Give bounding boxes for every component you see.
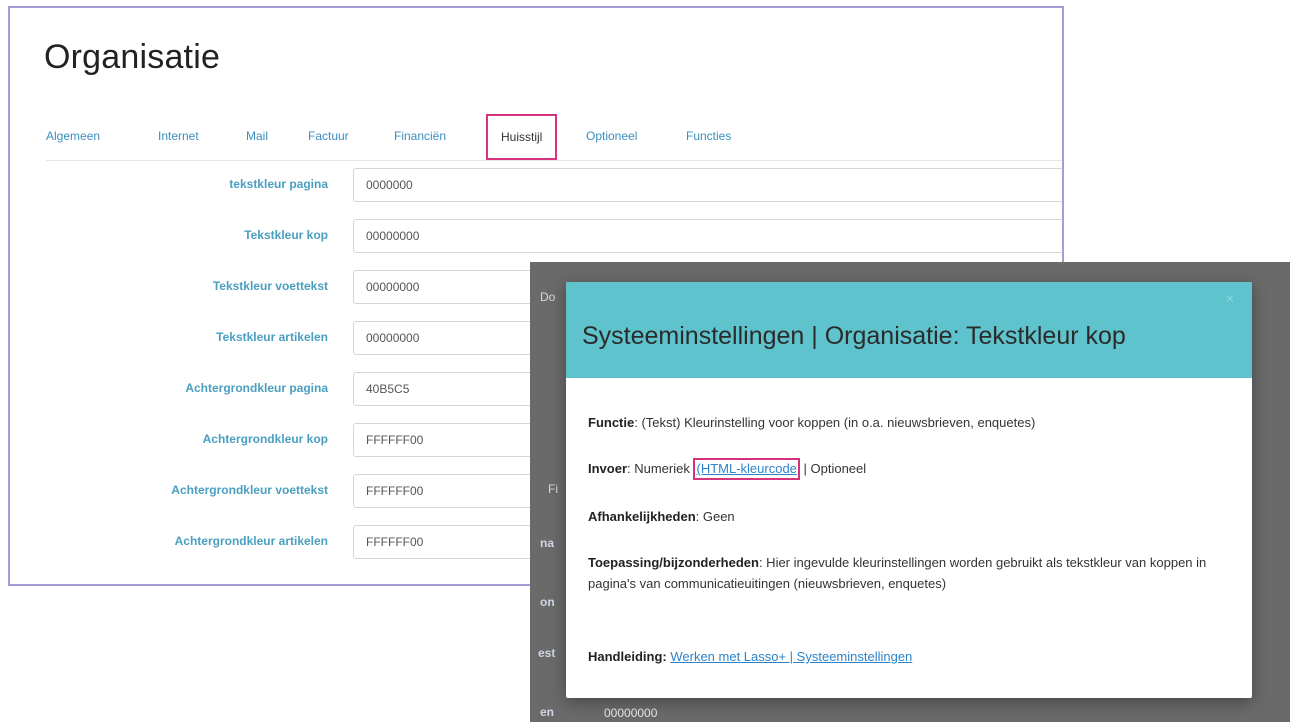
backdrop-text: est [538, 646, 556, 660]
afhankelijkheden-label: Afhankelijkheden [588, 509, 696, 524]
functie-label: Functie [588, 415, 635, 430]
invoer-paragraph: Invoer: Numeriek (HTML-kleurcode | Optio… [588, 458, 1218, 480]
close-icon[interactable]: × [1222, 290, 1238, 306]
field-label: Achtergrondkleur kop [202, 432, 328, 446]
toepassing-paragraph: Toepassing/bijzonderheden: Hier ingevuld… [588, 552, 1218, 594]
backdrop-text: na [540, 536, 555, 550]
tab-internet[interactable]: Internet [158, 112, 199, 160]
modal-title: Systeeminstellingen | Organisatie: Tekst… [582, 322, 1126, 350]
field-input[interactable]: 0000000 [353, 168, 1062, 202]
page-title: Organisatie [44, 38, 221, 76]
backdrop-text: en [540, 705, 555, 719]
handleiding-link[interactable]: Werken met Lasso+ | Systeeminstellingen [670, 649, 912, 664]
tab-mail[interactable]: Mail [246, 112, 268, 160]
field-label: tekstkleur pagina [229, 177, 328, 191]
form-row-tekstkleur-pagina: tekstkleur pagina 0000000 [10, 168, 1062, 204]
form-row-tekstkleur-kop: Tekstkleur kop 00000000 [10, 219, 1062, 255]
backdrop-text: Fi [548, 482, 558, 496]
handleiding-paragraph: Handleiding: Werken met Lasso+ | Systeem… [588, 646, 1218, 667]
toepassing-label: Toepassing/bijzonderheden [588, 555, 759, 570]
modal-header: Systeeminstellingen | Organisatie: Tekst… [566, 282, 1252, 378]
tab-functies[interactable]: Functies [686, 112, 731, 160]
field-label: Achtergrondkleur artikelen [174, 534, 328, 548]
functie-paragraph: Functie: (Tekst) Kleurinstelling voor ko… [588, 412, 1218, 433]
tab-optioneel[interactable]: Optioneel [586, 112, 637, 160]
afhankelijkheden-paragraph: Afhankelijkheden: Geen [588, 506, 1218, 527]
backdrop-text: on [540, 595, 555, 609]
field-label: Tekstkleur kop [244, 228, 328, 242]
tab-factuur[interactable]: Factuur [308, 112, 349, 160]
tab-huisstijl[interactable]: Huisstijl [486, 114, 558, 160]
invoer-text: : Numeriek [627, 461, 694, 476]
functie-text: : (Tekst) Kleurinstelling voor koppen (i… [634, 415, 1036, 430]
backdrop-input-value: 00000000 [604, 706, 658, 720]
field-label: Achtergrondkleur pagina [185, 381, 328, 395]
invoer-label: Invoer [588, 461, 628, 476]
tab-algemeen[interactable]: Algemeen [46, 112, 100, 160]
backdrop-text: Do [540, 290, 556, 304]
html-kleurcode-highlight: (HTML-kleurcode [693, 458, 800, 480]
field-input[interactable]: 00000000 [353, 219, 1062, 253]
handleiding-label: Handleiding: [588, 649, 667, 664]
field-label: Tekstkleur artikelen [216, 330, 328, 344]
afhankelijkheden-text: : Geen [695, 509, 735, 524]
tab-bar: Algemeen Internet Mail Factuur Financiën… [46, 112, 1062, 164]
tab-financien[interactable]: Financiën [394, 112, 446, 160]
field-label: Tekstkleur voettekst [212, 279, 328, 293]
tabs-divider [46, 160, 1062, 161]
invoer-optioneel-text: | Optioneel [799, 461, 867, 476]
field-label: Achtergrondkleur voettekst [171, 483, 328, 497]
help-modal: Systeeminstellingen | Organisatie: Tekst… [566, 282, 1252, 698]
html-kleurcode-link[interactable]: (HTML-kleurcode [696, 461, 796, 476]
